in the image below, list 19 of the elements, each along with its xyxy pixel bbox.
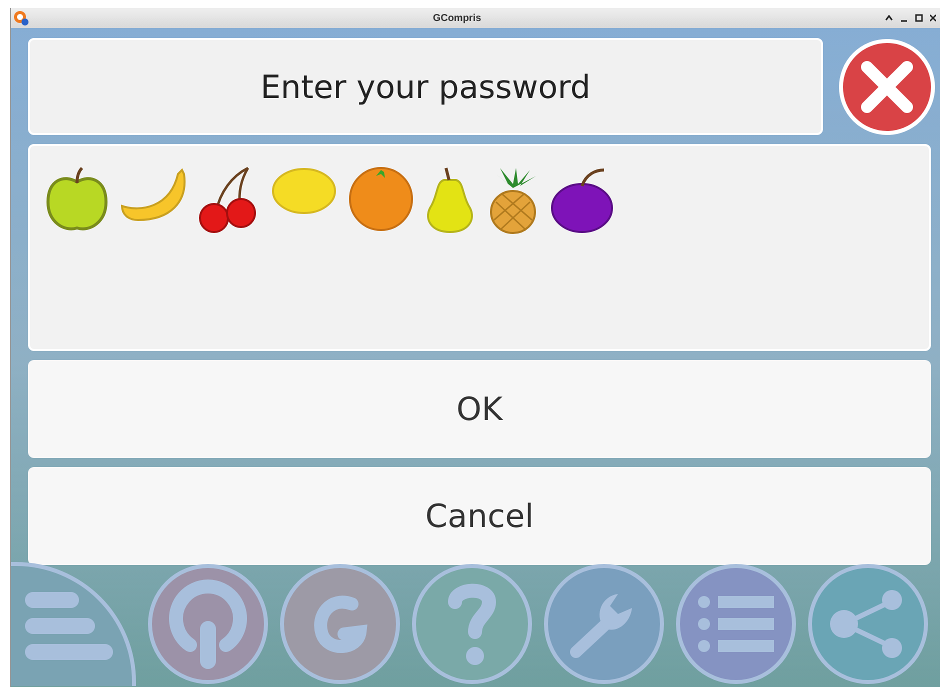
prompt-text: Enter your password — [260, 66, 591, 108]
chevron-up-icon[interactable] — [885, 15, 893, 21]
app-logo-icon — [13, 10, 29, 26]
power-icon — [168, 579, 248, 669]
close-icon[interactable] — [930, 14, 936, 22]
question-mark-icon — [445, 582, 499, 666]
maximize-icon[interactable] — [915, 14, 923, 22]
plum-icon[interactable] — [550, 166, 614, 234]
list-icon — [698, 594, 774, 654]
lemon-icon[interactable] — [270, 166, 338, 216]
close-icon — [859, 58, 915, 114]
citrus-fruit-icon[interactable] — [348, 166, 414, 232]
dialog-button[interactable]: OK — [28, 360, 931, 458]
pear-icon[interactable] — [424, 166, 476, 234]
menu-bar — [25, 592, 79, 608]
banana-icon[interactable] — [120, 166, 188, 222]
dialog-button[interactable]: Cancel — [28, 467, 931, 565]
menu-bar — [25, 618, 95, 634]
window-title: GCompris — [432, 12, 482, 26]
